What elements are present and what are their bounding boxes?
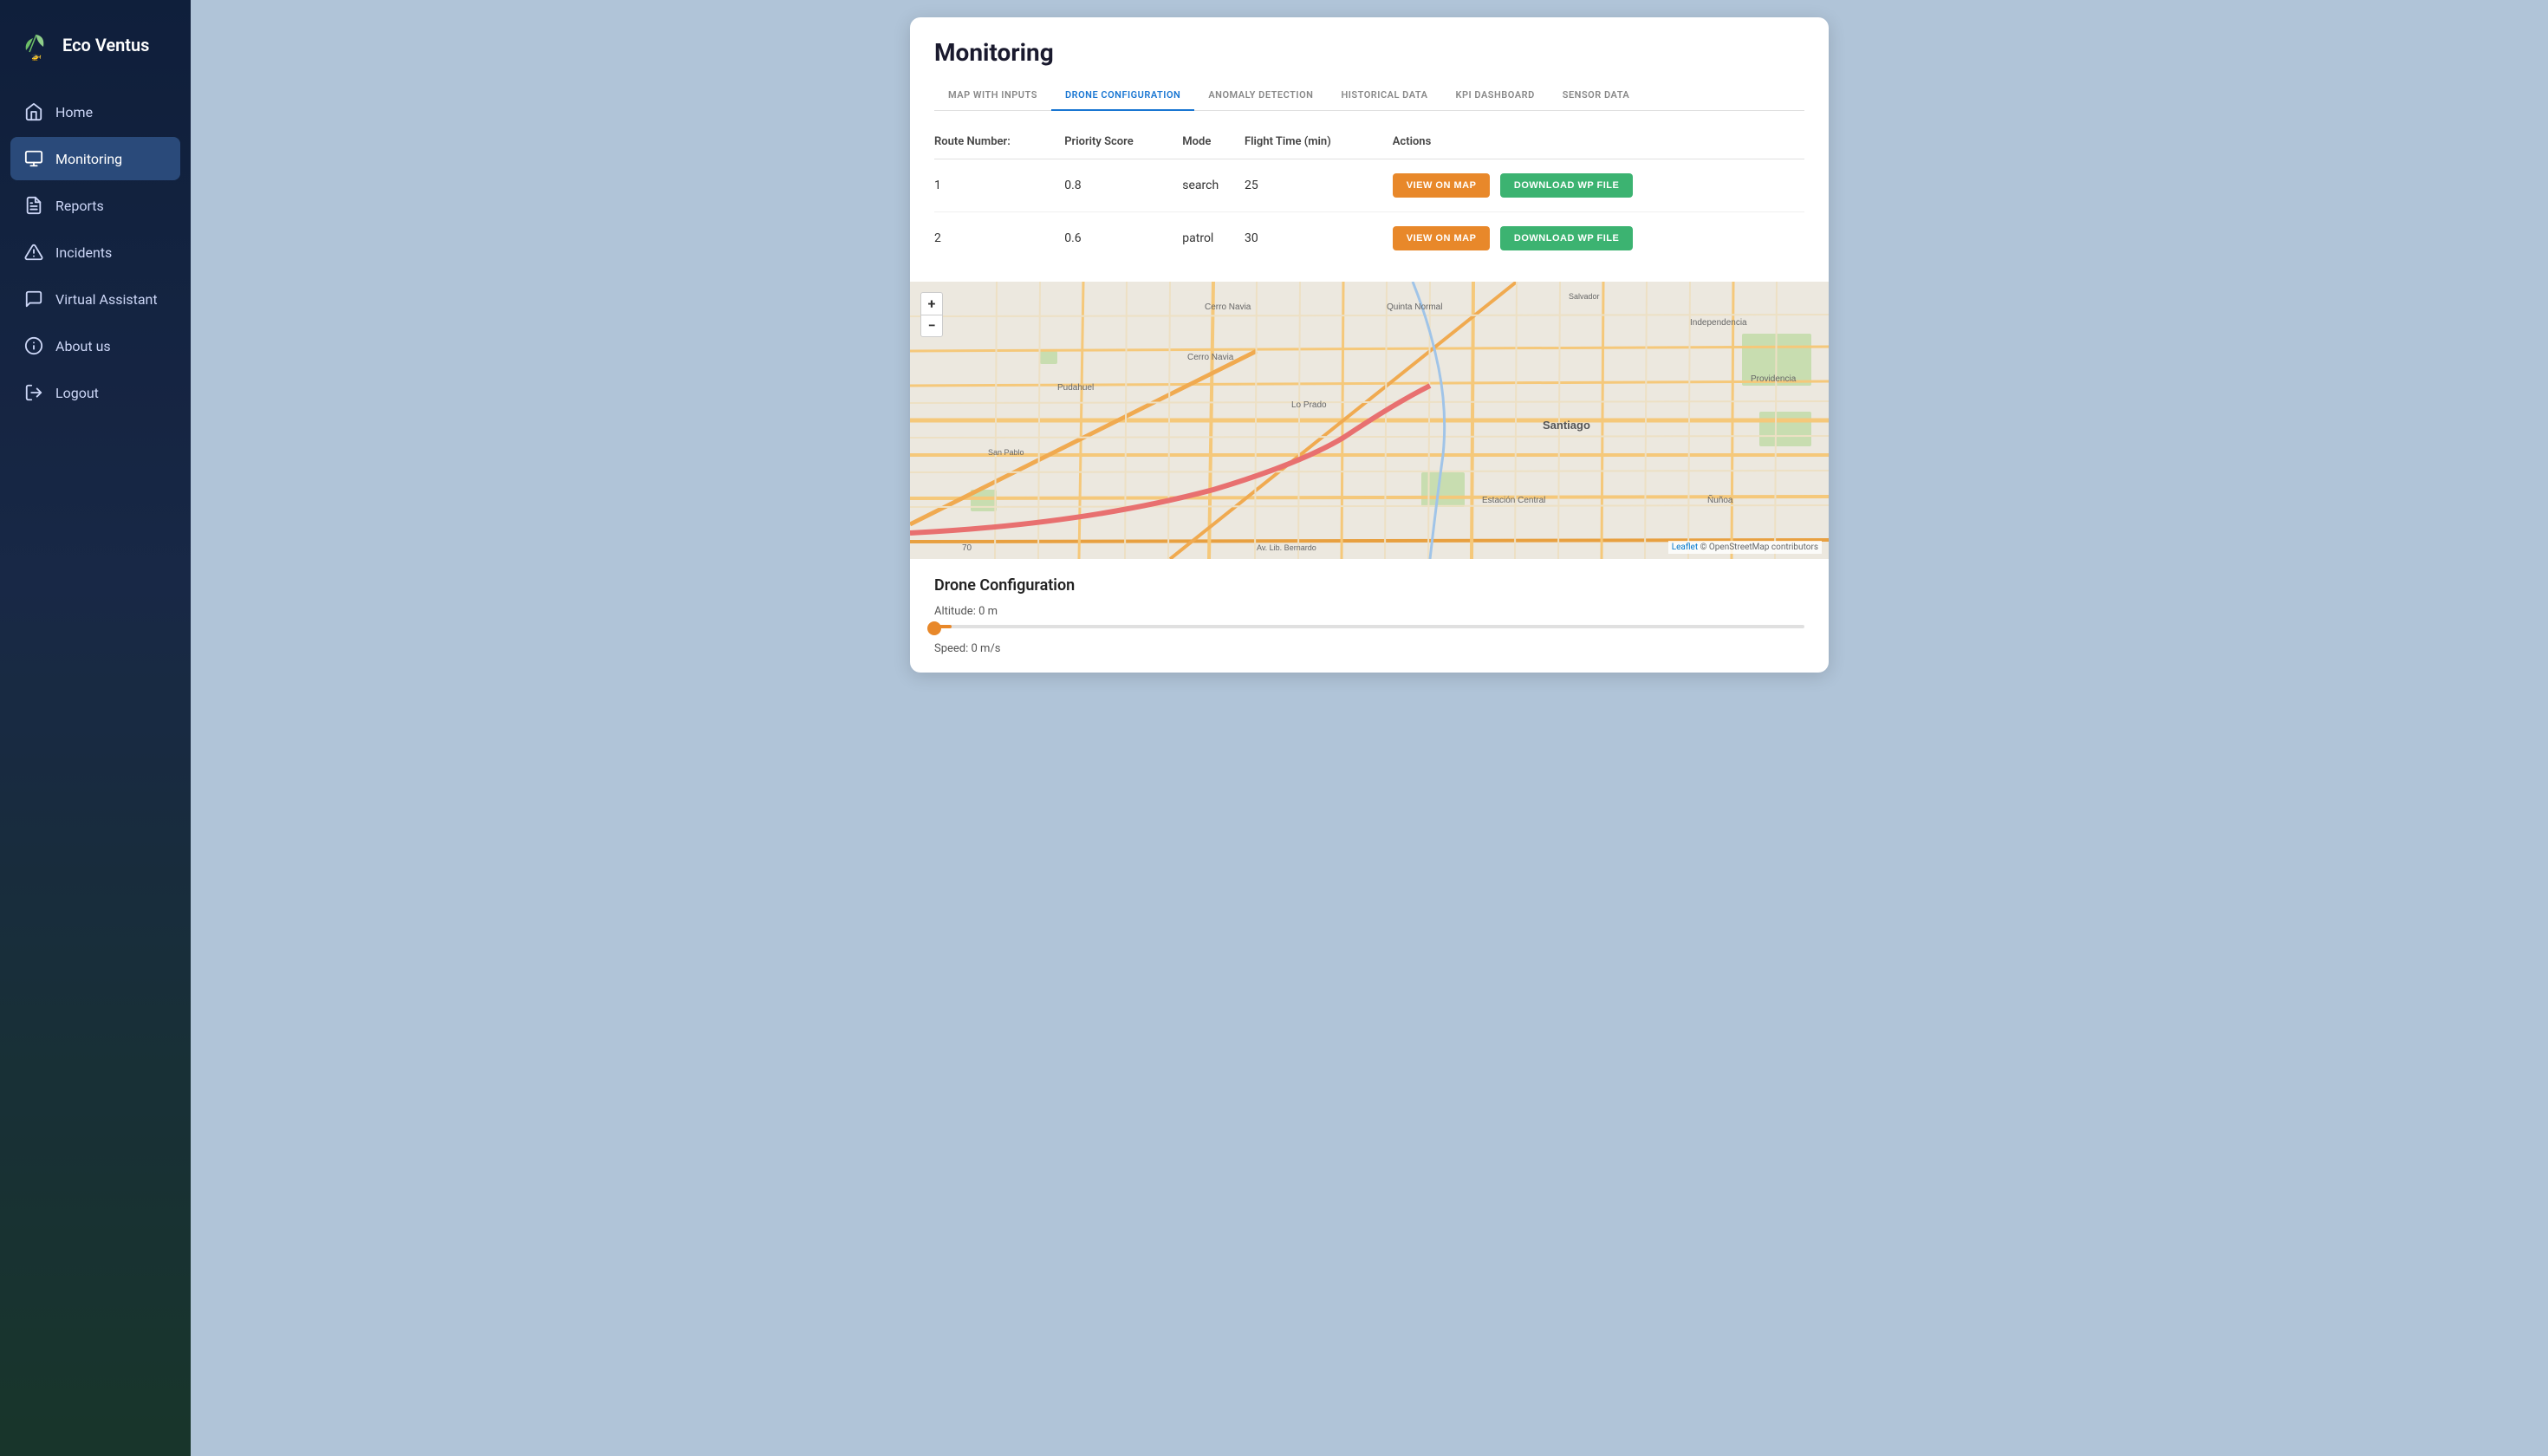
reports-icon bbox=[24, 196, 43, 215]
sidebar-item-home[interactable]: Home bbox=[10, 90, 180, 133]
routes-table-section: Route Number: Priority Score Mode Flight… bbox=[910, 111, 1829, 282]
sidebar-item-about-us-label: About us bbox=[55, 338, 111, 354]
sidebar-item-logout[interactable]: Logout bbox=[10, 371, 180, 414]
tab-map-inputs[interactable]: MAP WITH INPUTS bbox=[934, 81, 1051, 111]
svg-text:Lo Prado: Lo Prado bbox=[1291, 400, 1327, 410]
zoom-out-button[interactable]: − bbox=[920, 315, 943, 337]
svg-text:🚁: 🚁 bbox=[31, 52, 42, 62]
tab-bar: MAP WITH INPUTS DRONE CONFIGURATION ANOM… bbox=[934, 81, 1804, 111]
osm-attribution: © OpenStreetMap contributors bbox=[1700, 543, 1818, 552]
altitude-slider-track bbox=[934, 625, 1804, 628]
col-mode: Mode bbox=[1182, 128, 1245, 159]
cell-mode-1: search bbox=[1182, 159, 1245, 212]
tab-drone-configuration[interactable]: DRONE CONFIGURATION bbox=[1051, 81, 1194, 111]
sidebar-item-reports-label: Reports bbox=[55, 198, 104, 214]
map-container[interactable]: Santiago Quinta Normal Cerro Navia Cerro… bbox=[910, 282, 1829, 559]
panel-header: Monitoring MAP WITH INPUTS DRONE CONFIGU… bbox=[910, 17, 1829, 111]
cell-priority-1: 0.8 bbox=[1064, 159, 1182, 212]
altitude-slider-container bbox=[934, 625, 1804, 628]
sidebar: 🚁 Eco Ventus Home Monitoring bbox=[0, 0, 191, 1456]
eco-ventus-logo-icon: 🚁 bbox=[17, 26, 55, 64]
table-row: 1 0.8 search 25 VIEW ON MAP DOWNLOAD WP … bbox=[934, 159, 1804, 212]
zoom-in-button[interactable]: + bbox=[920, 292, 943, 315]
sidebar-item-logout-label: Logout bbox=[55, 385, 99, 401]
cell-flight-time-2: 30 bbox=[1245, 212, 1393, 265]
tab-sensor-data[interactable]: SENSOR DATA bbox=[1549, 81, 1644, 111]
table-row: 2 0.6 patrol 30 VIEW ON MAP DOWNLOAD WP … bbox=[934, 212, 1804, 265]
nav-items: Home Monitoring Reports bbox=[0, 90, 191, 1439]
svg-text:Av. Lib. Bernardo: Av. Lib. Bernardo bbox=[1257, 543, 1316, 552]
altitude-slider-thumb[interactable] bbox=[927, 621, 941, 635]
sidebar-item-incidents-label: Incidents bbox=[55, 244, 112, 261]
svg-text:Independencia: Independencia bbox=[1690, 318, 1747, 328]
home-icon bbox=[24, 102, 43, 121]
tab-anomaly-detection[interactable]: ANOMALY DETECTION bbox=[1194, 81, 1327, 111]
leaflet-link[interactable]: Leaflet bbox=[1672, 543, 1698, 552]
col-route-number: Route Number: bbox=[934, 128, 1064, 159]
svg-text:Ñuñoa: Ñuñoa bbox=[1707, 494, 1733, 505]
sidebar-item-monitoring-label: Monitoring bbox=[55, 151, 122, 167]
svg-text:Salvador: Salvador bbox=[1569, 292, 1600, 301]
incidents-icon bbox=[24, 243, 43, 262]
svg-text:San Pablo: San Pablo bbox=[988, 448, 1024, 457]
logo-text: Eco Ventus bbox=[62, 35, 149, 55]
sidebar-item-about-us[interactable]: About us bbox=[10, 324, 180, 367]
tab-historical-data[interactable]: HISTORICAL DATA bbox=[1327, 81, 1441, 111]
svg-text:Pudahuel: Pudahuel bbox=[1057, 383, 1094, 393]
col-flight-time: Flight Time (min) bbox=[1245, 128, 1393, 159]
city-map-svg: Santiago Quinta Normal Cerro Navia Cerro… bbox=[910, 282, 1829, 559]
cell-priority-2: 0.6 bbox=[1064, 212, 1182, 265]
download-wp-file-button-2[interactable]: DOWNLOAD WP FILE bbox=[1500, 226, 1633, 250]
view-on-map-button-1[interactable]: VIEW ON MAP bbox=[1393, 173, 1491, 198]
speed-label: Speed: 0 m/s bbox=[934, 642, 1804, 655]
cell-flight-time-1: 25 bbox=[1245, 159, 1393, 212]
svg-text:Providencia: Providencia bbox=[1751, 374, 1797, 384]
col-priority-score: Priority Score bbox=[1064, 128, 1182, 159]
chat-icon bbox=[24, 289, 43, 309]
sidebar-item-monitoring[interactable]: Monitoring bbox=[10, 137, 180, 180]
monitoring-panel: Monitoring MAP WITH INPUTS DRONE CONFIGU… bbox=[910, 17, 1829, 673]
sidebar-item-home-label: Home bbox=[55, 104, 93, 120]
sidebar-item-incidents[interactable]: Incidents bbox=[10, 231, 180, 274]
monitoring-icon bbox=[24, 149, 43, 168]
drone-config-title: Drone Configuration bbox=[934, 576, 1804, 595]
svg-text:Estación Central: Estación Central bbox=[1482, 496, 1545, 505]
cell-actions-2: VIEW ON MAP DOWNLOAD WP FILE bbox=[1393, 212, 1804, 265]
svg-text:Cerro Navia: Cerro Navia bbox=[1187, 353, 1234, 362]
view-on-map-button-2[interactable]: VIEW ON MAP bbox=[1393, 226, 1491, 250]
svg-text:Santiago: Santiago bbox=[1543, 419, 1590, 432]
map-controls: + − bbox=[920, 292, 943, 337]
logo-area: 🚁 Eco Ventus bbox=[0, 17, 191, 90]
map-attribution: Leaflet © OpenStreetMap contributors bbox=[1668, 541, 1822, 554]
main-content: Monitoring MAP WITH INPUTS DRONE CONFIGU… bbox=[191, 0, 2548, 1456]
svg-text:Quinta Normal: Quinta Normal bbox=[1387, 302, 1442, 312]
sidebar-item-virtual-assistant[interactable]: Virtual Assistant bbox=[10, 277, 180, 321]
cell-mode-2: patrol bbox=[1182, 212, 1245, 265]
info-icon bbox=[24, 336, 43, 355]
col-actions: Actions bbox=[1393, 128, 1804, 159]
altitude-label: Altitude: 0 m bbox=[934, 605, 1804, 618]
routes-table: Route Number: Priority Score Mode Flight… bbox=[934, 128, 1804, 264]
svg-text:Cerro Navia: Cerro Navia bbox=[1205, 302, 1251, 312]
sidebar-item-reports[interactable]: Reports bbox=[10, 184, 180, 227]
tab-kpi-dashboard[interactable]: KPI DASHBOARD bbox=[1441, 81, 1548, 111]
cell-actions-1: VIEW ON MAP DOWNLOAD WP FILE bbox=[1393, 159, 1804, 212]
drone-config-section: Drone Configuration Altitude: 0 m Speed:… bbox=[910, 559, 1829, 673]
sidebar-item-virtual-assistant-label: Virtual Assistant bbox=[55, 291, 158, 308]
cell-route-1: 1 bbox=[934, 159, 1064, 212]
page-title: Monitoring bbox=[934, 38, 1804, 67]
download-wp-file-button-1[interactable]: DOWNLOAD WP FILE bbox=[1500, 173, 1633, 198]
svg-text:70: 70 bbox=[962, 543, 972, 553]
cell-route-2: 2 bbox=[934, 212, 1064, 265]
logout-icon bbox=[24, 383, 43, 402]
